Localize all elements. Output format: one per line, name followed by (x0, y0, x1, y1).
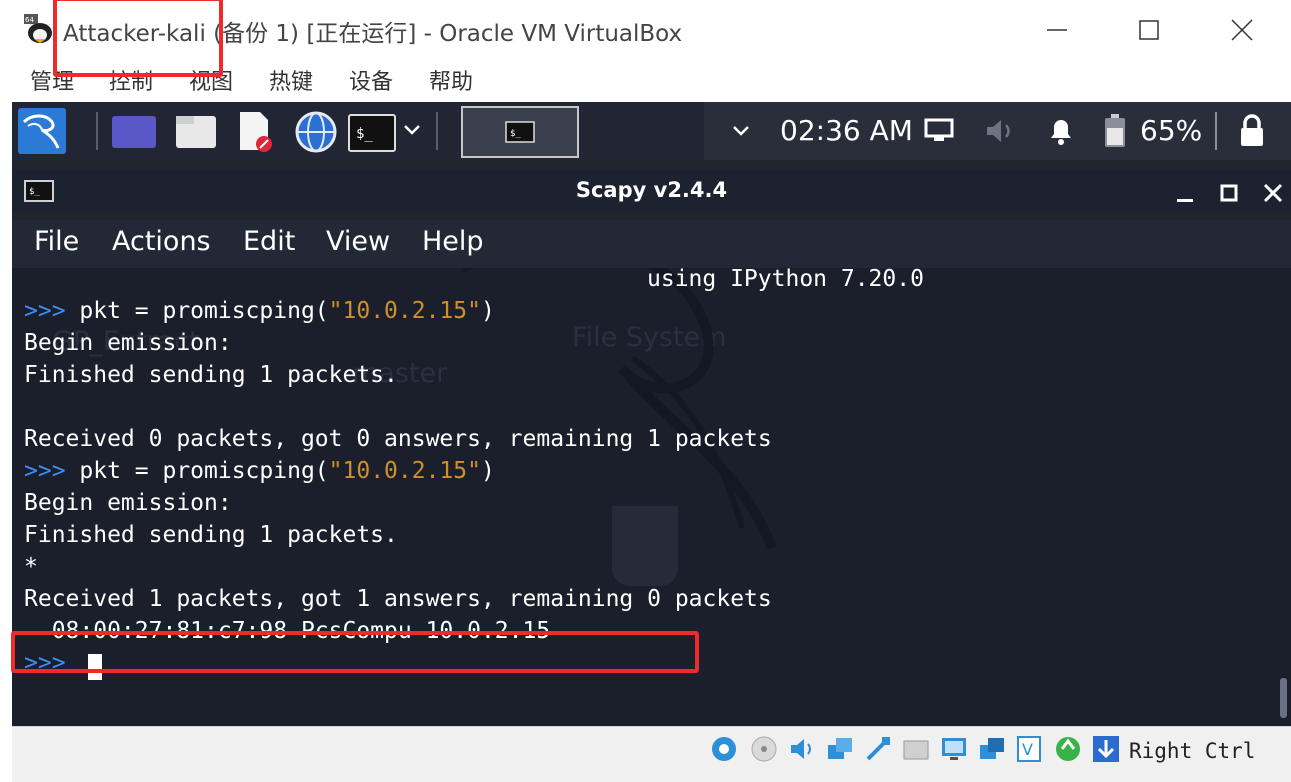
clock[interactable]: 02:36 AM (780, 114, 913, 147)
title-highlight-box (53, 0, 223, 77)
tray-chevron-down-icon[interactable] (730, 120, 752, 142)
file-manager-icon[interactable] (174, 112, 218, 150)
notification-bell-icon[interactable] (1046, 114, 1076, 146)
vbox-statusbar: V Right Ctrl (12, 726, 1291, 782)
maximize-icon (1139, 20, 1159, 40)
terminal-line: Finished sending 1 packets. (24, 362, 398, 388)
network-icon[interactable] (924, 118, 954, 144)
hard-disk-icon[interactable] (710, 735, 738, 763)
terminal-menu-file[interactable]: File (34, 226, 79, 257)
menu-devices[interactable]: 设备 (349, 64, 393, 96)
close-button[interactable] (1219, 10, 1265, 50)
command-string: "10.0.2.15" (328, 458, 481, 484)
scapy-prompt: >>> (24, 298, 66, 324)
display-icon[interactable] (940, 735, 968, 763)
show-desktop-icon[interactable] (112, 116, 156, 148)
svg-text:64: 64 (25, 16, 34, 24)
lock-screen-icon[interactable] (1238, 114, 1266, 148)
terminal-line: Received 1 packets, got 1 answers, remai… (24, 586, 772, 612)
svg-text:$_: $_ (510, 129, 521, 139)
web-browser-icon[interactable] (294, 110, 338, 154)
terminal-line: >>> pkt = promiscping("10.0.2.15") (24, 296, 495, 326)
command-text: ) (480, 458, 495, 484)
kali-dragon-icon (22, 114, 60, 149)
terminal-menu-help[interactable]: Help (422, 226, 484, 257)
terminal-title: Scapy v2.4.4 (575, 178, 728, 202)
ipython-banner: using IPython 7.20.0 (647, 268, 924, 292)
terminal-line: * (24, 554, 38, 580)
svg-text:$_: $_ (356, 126, 373, 142)
result-highlight-box (11, 631, 699, 673)
text-editor-icon[interactable] (236, 110, 276, 154)
shared-folders-icon[interactable] (902, 735, 930, 763)
close-icon (1231, 19, 1253, 41)
terminal-line: Begin emission: (24, 490, 232, 516)
minimize-icon (1047, 29, 1067, 31)
command-text: pkt = promiscping( (65, 298, 329, 324)
audio-icon[interactable] (788, 735, 816, 763)
terminal-launcher-icon[interactable]: $_ (348, 114, 396, 152)
scapy-prompt: >>> (24, 458, 66, 484)
vt-x-icon[interactable]: V (1016, 735, 1044, 763)
terminal-menu-edit[interactable]: Edit (243, 226, 295, 257)
panel-separator (96, 112, 98, 150)
command-text: ) (480, 298, 495, 324)
terminal-scrollbar[interactable] (1280, 678, 1287, 718)
virtualbox-app-icon: 64 (24, 14, 54, 44)
battery-percentage[interactable]: 65% (1140, 114, 1202, 147)
command-string: "10.0.2.15" (328, 298, 481, 324)
panel-separator (1215, 112, 1217, 150)
host-key-label: Right Ctrl (1129, 739, 1256, 763)
terminal-line: Finished sending 1 packets. (24, 522, 398, 548)
kali-menu-button[interactable] (18, 108, 66, 154)
video-capture-icon[interactable] (978, 735, 1006, 763)
network-adapter-icon[interactable] (826, 735, 854, 763)
volume-icon[interactable] (984, 116, 1018, 146)
maximize-button[interactable] (1126, 10, 1172, 50)
terminal-line: >>> pkt = promiscping("10.0.2.15") (24, 456, 495, 486)
host-key-arrow-icon[interactable] (1092, 735, 1120, 763)
mouse-integration-icon[interactable] (1054, 735, 1082, 763)
command-text: pkt = promiscping( (65, 458, 329, 484)
chevron-down-icon[interactable] (402, 120, 422, 140)
terminal-line: Begin emission: (24, 330, 232, 356)
terminal-menu-actions[interactable]: Actions (112, 226, 211, 257)
battery-icon[interactable] (1104, 114, 1126, 148)
menu-hotkeys[interactable]: 热键 (269, 64, 313, 96)
minimize-button[interactable] (1034, 10, 1080, 50)
svg-text:V: V (1022, 740, 1033, 759)
menu-help[interactable]: 帮助 (429, 64, 473, 96)
terminal-line: Received 0 packets, got 0 answers, remai… (24, 426, 772, 452)
terminal-menu-view[interactable]: View (326, 226, 390, 257)
kali-dragon-watermark-icon (462, 268, 777, 550)
kali-top-panel: $_ $_ 02:36 AM 65% (12, 102, 1291, 160)
optical-drive-icon[interactable] (750, 735, 778, 763)
taskbar-terminal-window[interactable]: $_ (461, 106, 579, 158)
panel-separator (436, 112, 438, 150)
usb-icon[interactable] (864, 735, 892, 763)
